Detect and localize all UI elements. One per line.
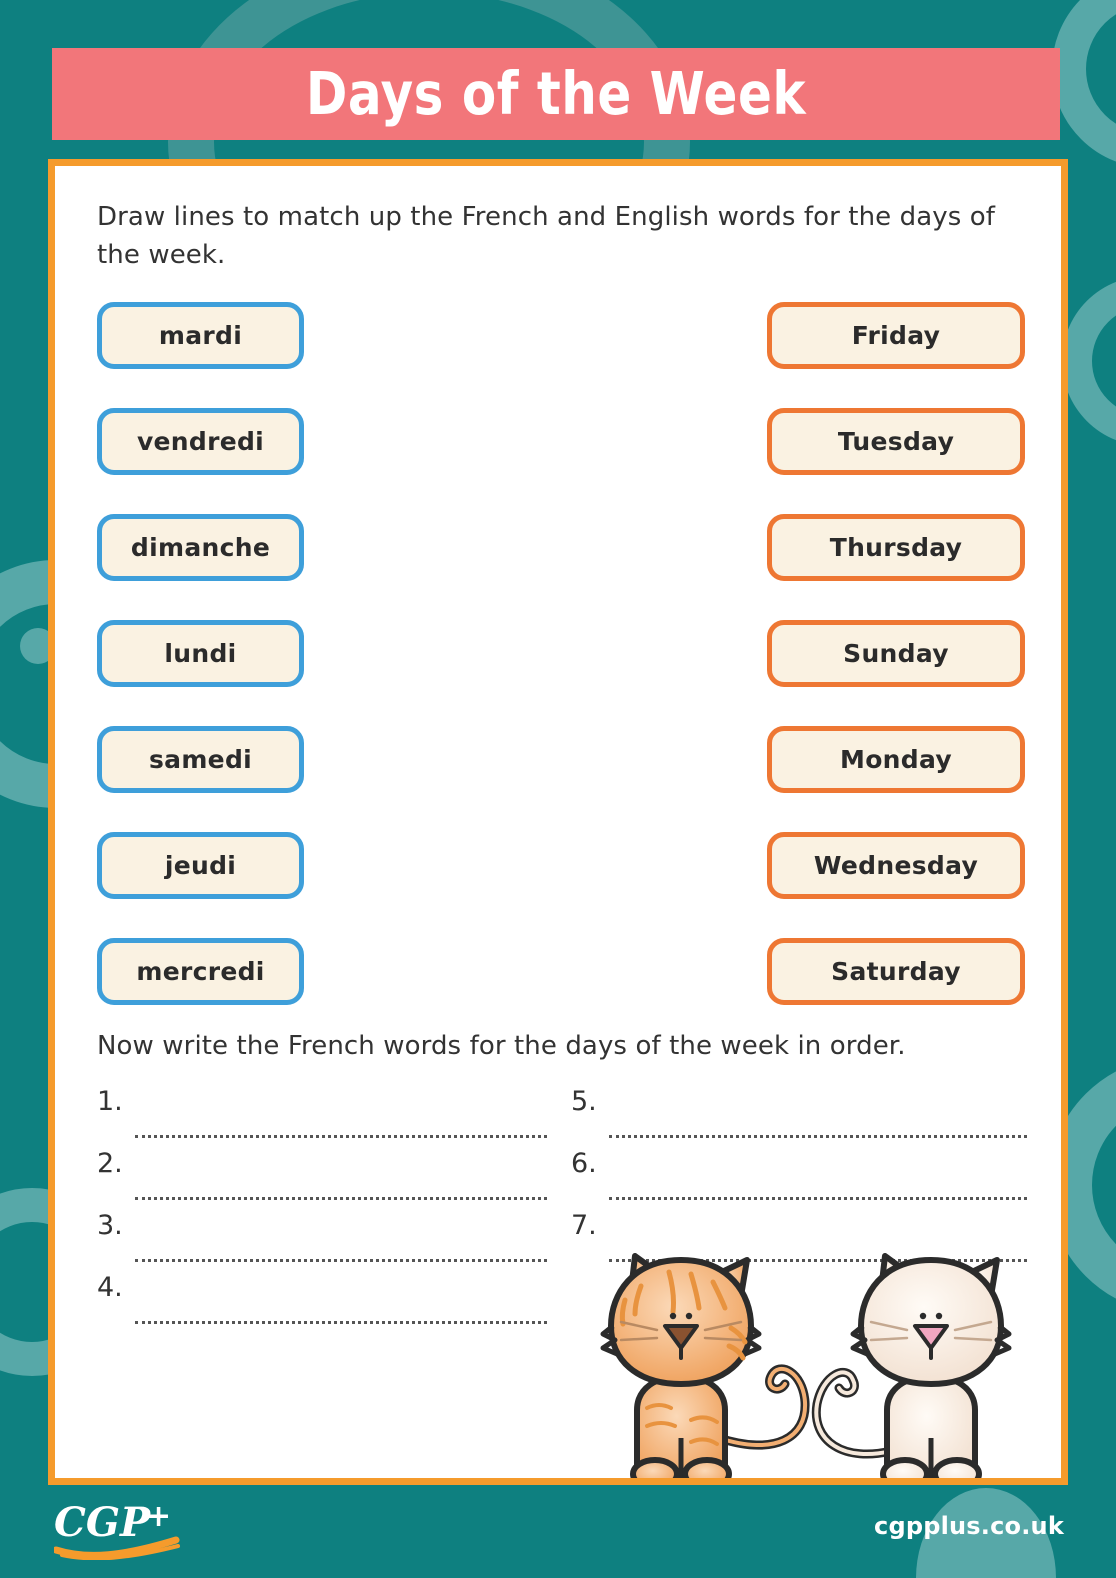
- answer-number: 7.: [571, 1210, 597, 1241]
- french-word-box[interactable]: vendredi: [97, 408, 304, 475]
- answer-row[interactable]: 1.: [97, 1086, 547, 1141]
- footer-url[interactable]: cgpplus.co.uk: [874, 1512, 1064, 1540]
- answer-row[interactable]: 2.: [97, 1148, 547, 1203]
- english-word-box[interactable]: Tuesday: [767, 408, 1025, 475]
- cgp-logo-text: CGP: [54, 1499, 152, 1546]
- french-word-box[interactable]: mardi: [97, 302, 304, 369]
- answer-number: 1.: [97, 1086, 123, 1117]
- cats-illustration: [595, 1242, 1025, 1478]
- english-word-box[interactable]: Sunday: [767, 620, 1025, 687]
- answer-number: 4.: [97, 1272, 123, 1303]
- french-word-box[interactable]: jeudi: [97, 832, 304, 899]
- english-word-box[interactable]: Saturday: [767, 938, 1025, 1005]
- title-banner: Days of the Week: [52, 48, 1060, 140]
- answer-number: 2.: [97, 1148, 123, 1179]
- answer-write-line[interactable]: [135, 1107, 547, 1138]
- answer-write-line[interactable]: [135, 1169, 547, 1200]
- answer-write-line[interactable]: [135, 1293, 547, 1324]
- french-word-box[interactable]: dimanche: [97, 514, 304, 581]
- worksheet-card: Draw lines to match up the French and En…: [48, 159, 1068, 1485]
- french-word-box[interactable]: mercredi: [97, 938, 304, 1005]
- french-word-box[interactable]: lundi: [97, 620, 304, 687]
- cgp-plus-logo: CGP +: [52, 1498, 184, 1565]
- worksheet-page: Days of the Week Draw lines to match up …: [0, 0, 1116, 1578]
- orange-tabby-cat: [600, 1253, 810, 1478]
- french-word-box[interactable]: samedi: [97, 726, 304, 793]
- cgp-logo-plus: +: [146, 1499, 171, 1534]
- answer-write-line[interactable]: [135, 1231, 547, 1262]
- answer-number: 3.: [97, 1210, 123, 1241]
- answer-number: 5.: [571, 1086, 597, 1117]
- english-word-box[interactable]: Monday: [767, 726, 1025, 793]
- answer-number: 6.: [571, 1148, 597, 1179]
- answer-row[interactable]: 6.: [571, 1148, 1027, 1203]
- english-word-box[interactable]: Wednesday: [767, 832, 1025, 899]
- french-word-column: mardi vendredi dimanche lundi samedi jeu…: [97, 302, 304, 1005]
- answer-write-line[interactable]: [609, 1169, 1027, 1200]
- answer-row[interactable]: 4.: [97, 1272, 547, 1327]
- decorative-c-right-mid: [1062, 276, 1116, 446]
- decorative-c-right-upper: [1052, 0, 1116, 168]
- answer-write-line[interactable]: [609, 1107, 1027, 1138]
- english-word-box[interactable]: Thursday: [767, 514, 1025, 581]
- page-title: Days of the Week: [305, 59, 807, 129]
- english-word-column: Friday Tuesday Thursday Sunday Monday We…: [767, 302, 1025, 1005]
- matching-instruction: Draw lines to match up the French and En…: [97, 202, 996, 270]
- answer-row[interactable]: 5.: [571, 1086, 1027, 1141]
- cream-white-cat: [811, 1253, 1012, 1478]
- english-word-box[interactable]: Friday: [767, 302, 1025, 369]
- answer-row[interactable]: 3.: [97, 1210, 547, 1265]
- ordering-instruction: Now write the French words for the days …: [97, 1031, 906, 1061]
